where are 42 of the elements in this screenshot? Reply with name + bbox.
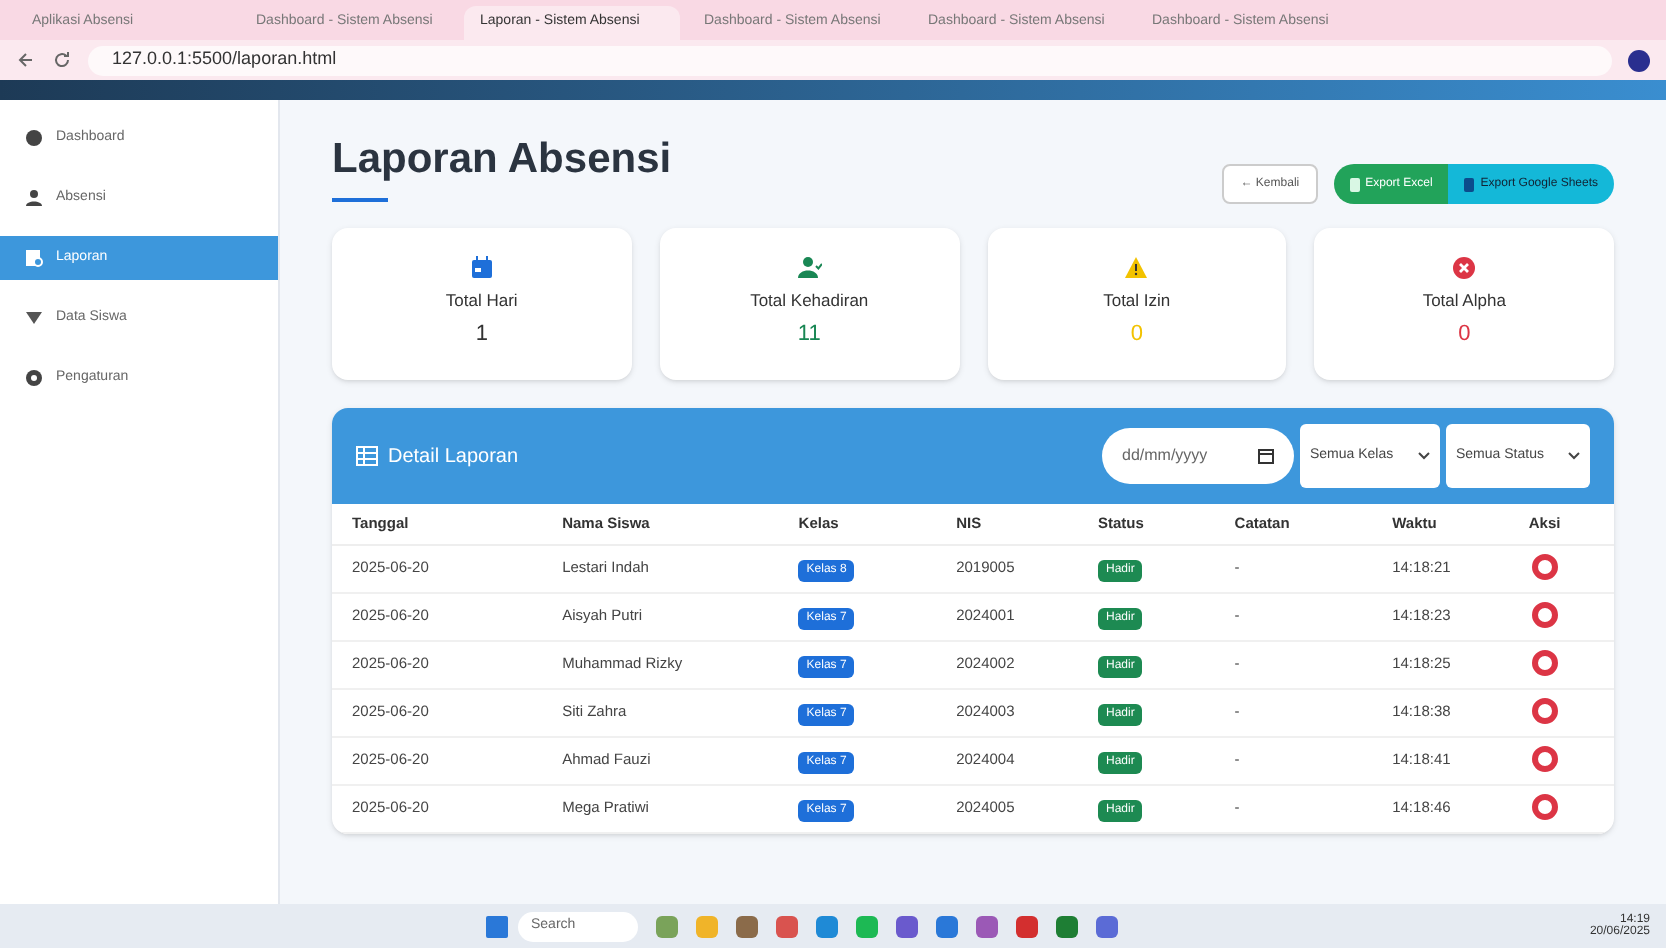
date-field[interactable]: dd/mm/yyyy <box>1102 428 1294 484</box>
settings-icon <box>24 368 44 388</box>
table-icon <box>356 446 378 466</box>
app-icon[interactable] <box>1016 915 1039 937</box>
stat-label: Total Kehadiran <box>750 288 869 315</box>
file-icon <box>1349 177 1360 191</box>
page-title: Laporan Absensi <box>332 134 672 186</box>
stat-label: Total Hari <box>445 288 518 315</box>
delete-button[interactable] <box>1532 746 1559 773</box>
delete-button[interactable] <box>1532 650 1559 677</box>
address-bar[interactable]: 127.0.0.1:5500/laporan.html <box>88 45 1612 75</box>
app-icon[interactable] <box>776 915 799 937</box>
stat-value: 11 <box>797 320 821 351</box>
app-icon[interactable] <box>656 915 679 937</box>
app-icon[interactable] <box>936 915 959 937</box>
user-icon <box>24 188 44 208</box>
card-title: Detail Laporan <box>388 443 519 471</box>
delete-button[interactable] <box>1532 698 1559 725</box>
app-icon[interactable] <box>736 915 759 937</box>
stat-label: Total Izin <box>1103 288 1171 315</box>
reload-icon[interactable] <box>52 50 72 70</box>
profile-avatar[interactable] <box>1628 49 1650 71</box>
app-icon[interactable] <box>896 915 919 937</box>
stat-value: 1 <box>475 320 488 351</box>
delete-button[interactable] <box>1532 794 1559 821</box>
app-icon[interactable] <box>856 915 879 937</box>
stat-value: 0 <box>1130 320 1143 351</box>
app-icon[interactable] <box>976 915 999 937</box>
calendar-icon <box>1258 448 1274 464</box>
app-icon[interactable] <box>816 915 839 937</box>
document-icon <box>24 248 44 268</box>
app-icon[interactable] <box>1056 915 1079 937</box>
chevron-icon <box>1568 452 1580 460</box>
file-icon <box>1464 177 1475 191</box>
stat-value: 0 <box>1458 320 1471 351</box>
delete-button[interactable] <box>1532 602 1559 629</box>
start-icon[interactable] <box>486 915 509 937</box>
back-icon[interactable] <box>16 50 36 70</box>
app-icon[interactable] <box>1096 915 1119 937</box>
stat-label: Total Alpha <box>1422 288 1506 315</box>
delete-button[interactable] <box>1532 554 1559 581</box>
chevron-icon <box>1418 452 1430 460</box>
